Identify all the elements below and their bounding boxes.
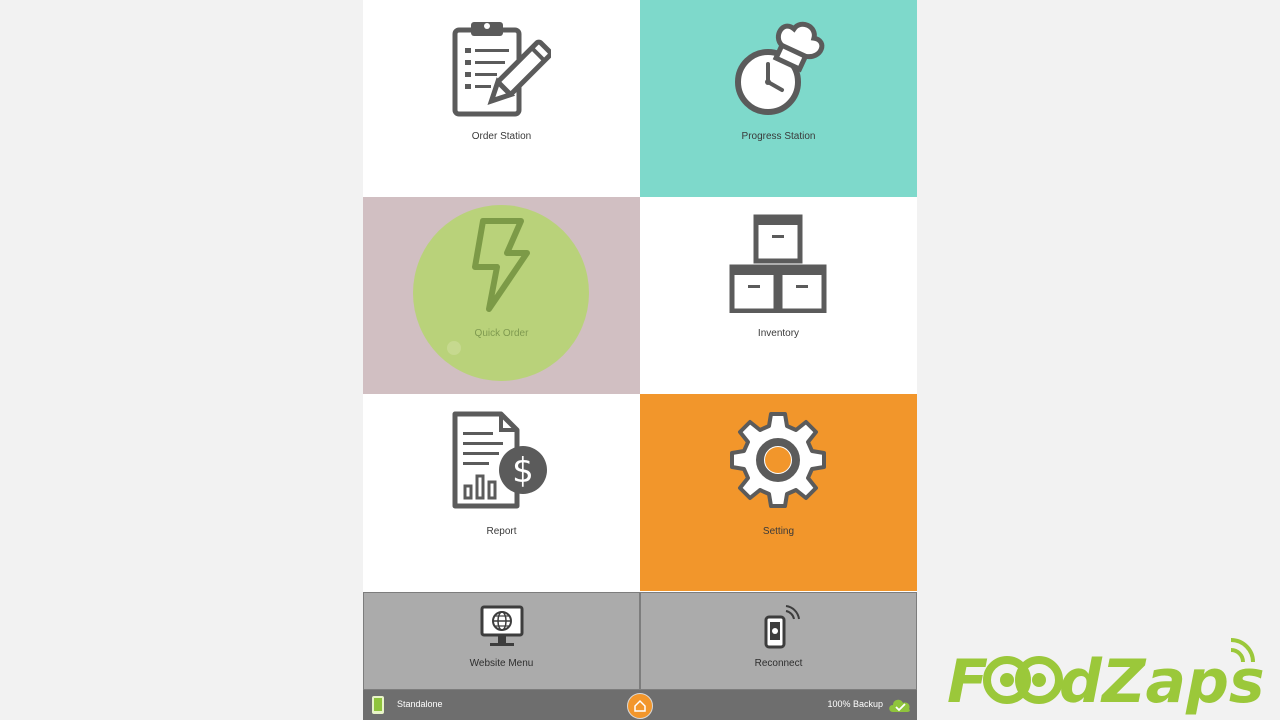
reconnect-button[interactable]: Reconnect <box>640 592 917 690</box>
boxes-icon <box>729 214 827 313</box>
report-dollar-icon: $ <box>452 411 547 509</box>
cloud-check-icon <box>889 699 910 712</box>
inventory-tile[interactable]: Inventory <box>640 197 917 394</box>
home-icon <box>634 699 646 712</box>
chef-clock-icon <box>735 21 825 115</box>
inventory-label: Inventory <box>757 328 800 339</box>
status-backup: 100% Backup <box>827 699 883 709</box>
order-station-label: Order Station <box>471 131 532 142</box>
website-menu-label: Website Menu <box>469 658 534 669</box>
status-mode: Standalone <box>397 699 443 709</box>
report-tile[interactable]: $ Report <box>363 394 640 591</box>
progress-station-label: Progress Station <box>741 131 816 142</box>
foodzaps-logo: F dZaps <box>947 638 1265 716</box>
app-window: Order Station Progress Station Quick Ord… <box>363 0 917 720</box>
quick-order-label: Quick Order <box>474 328 529 339</box>
clipboard-pencil-icon <box>452 22 551 117</box>
phone-signal-icon <box>764 605 800 649</box>
home-button[interactable] <box>627 693 653 719</box>
order-station-tile[interactable]: Order Station <box>363 0 640 197</box>
svg-text:F: F <box>947 647 988 716</box>
quick-order-tile[interactable]: Quick Order <box>363 197 640 394</box>
lightning-icon <box>472 218 530 312</box>
website-menu-button[interactable]: Website Menu <box>363 592 640 690</box>
touch-ripple-dot <box>447 341 461 355</box>
progress-station-tile[interactable]: Progress Station <box>640 0 917 197</box>
status-bar: Standalone 100% Backup <box>363 690 917 720</box>
monitor-globe-icon <box>480 605 524 646</box>
report-label: Report <box>486 526 517 537</box>
setting-tile[interactable]: Setting <box>640 394 917 591</box>
tablet-icon <box>372 696 384 714</box>
gear-icon <box>730 412 826 508</box>
setting-label: Setting <box>762 526 795 537</box>
reconnect-label: Reconnect <box>754 658 803 669</box>
svg-text:dZaps: dZaps <box>1059 647 1265 716</box>
svg-text:$: $ <box>512 451 534 491</box>
